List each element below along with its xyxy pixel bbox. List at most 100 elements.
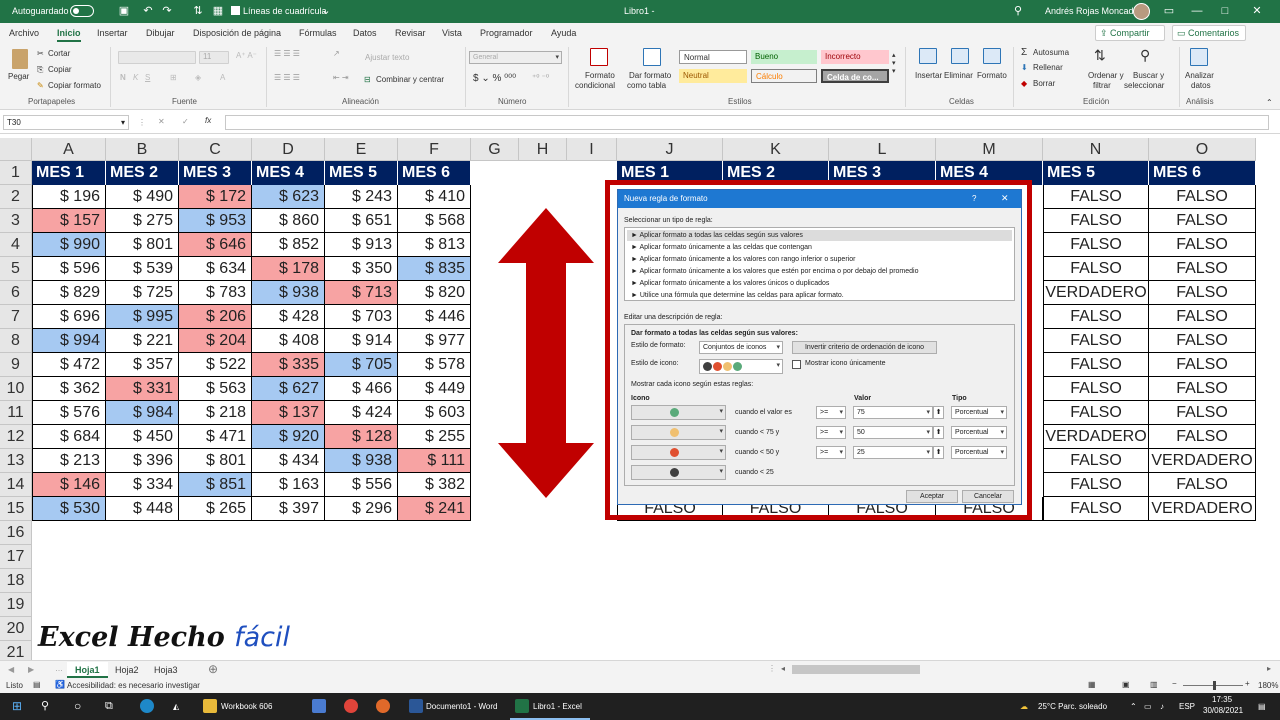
style-incorrecto[interactable]: Incorrecto (821, 50, 889, 64)
search-icon[interactable]: ⚲ (41, 698, 49, 715)
table-cell[interactable]: $ 938 (325, 449, 398, 473)
table-cell[interactable]: FALSO (1149, 305, 1256, 329)
format-style-dropdown[interactable]: Conjuntos de iconos (699, 341, 783, 354)
icon-dropdown[interactable] (631, 425, 726, 440)
table-cell[interactable]: $ 490 (106, 185, 179, 209)
row-header-7[interactable]: 7 (0, 305, 32, 329)
table-cell[interactable]: $ 446 (398, 305, 471, 329)
range-picker-icon[interactable]: ⬆ (933, 426, 944, 439)
table-cell[interactable]: $ 556 (325, 473, 398, 497)
find-icon[interactable]: ⚲ (1140, 47, 1150, 64)
show-icon-only-checkbox[interactable] (792, 360, 801, 369)
row-header-18[interactable]: 18 (0, 569, 32, 593)
table-cell[interactable]: $ 820 (398, 281, 471, 305)
rule-type-item[interactable]: ► Aplicar formato únicamente a los valor… (627, 278, 1012, 289)
table-cell[interactable]: $ 382 (398, 473, 471, 497)
table-cell[interactable]: $ 576 (32, 401, 106, 425)
volume-icon[interactable]: ♪ (1160, 698, 1164, 715)
paste-button[interactable]: Pegar (8, 72, 29, 81)
table-cell[interactable]: $ 206 (179, 305, 252, 329)
taskbar-excel[interactable]: Libro1 - Excel (533, 698, 582, 715)
table-cell[interactable]: $ 563 (179, 377, 252, 401)
analyze-data-icon[interactable] (1190, 48, 1208, 66)
table-cell[interactable]: FALSO (1149, 353, 1256, 377)
close-icon[interactable]: ✕ (1250, 4, 1264, 18)
column-header-n[interactable]: N (1043, 138, 1149, 161)
word-icon[interactable] (409, 699, 423, 713)
accessibility-icon[interactable]: ♿ (55, 680, 65, 689)
bold-icon[interactable]: N (120, 73, 126, 82)
chrome-icon[interactable] (344, 699, 358, 713)
table-cell[interactable]: FALSO (1043, 473, 1149, 497)
icon-dropdown[interactable] (631, 445, 726, 460)
sort-filter-label2[interactable]: filtrar (1093, 81, 1111, 90)
operator-dropdown[interactable]: >= (816, 446, 846, 459)
font-grow-icon[interactable]: A⁺ A⁻ (236, 51, 257, 60)
folder-icon[interactable] (203, 699, 217, 713)
language-indicator[interactable]: ESP (1179, 698, 1195, 715)
tab-ayuda[interactable]: Ayuda (551, 28, 576, 38)
table-cell[interactable]: $ 334 (106, 473, 179, 497)
rule-type-list[interactable]: ► Aplicar formato a todas las celdas seg… (624, 227, 1015, 301)
table-cell[interactable]: FALSO (1043, 401, 1149, 425)
table-cell[interactable]: FALSO (1043, 257, 1149, 281)
table-cell[interactable]: FALSO (1043, 353, 1149, 377)
column-header-e[interactable]: E (325, 138, 398, 161)
gridlines-checkbox[interactable] (231, 6, 240, 15)
conditional-format-label[interactable]: Formato (585, 71, 615, 80)
table-cell[interactable]: $ 111 (398, 449, 471, 473)
rule-type-item[interactable]: ► Aplicar formato únicamente a las celda… (627, 242, 1012, 253)
table-header-cell[interactable]: MES 5 (325, 161, 398, 185)
zoom-level[interactable]: 180% (1258, 681, 1278, 690)
table-cell[interactable]: $ 914 (325, 329, 398, 353)
table-cell[interactable]: FALSO (1149, 233, 1256, 257)
table-header-cell[interactable]: MES 2 (106, 161, 179, 185)
tab-archivo[interactable]: Archivo (9, 28, 39, 38)
tab-revisar[interactable]: Revisar (395, 28, 426, 38)
style-neutral[interactable]: Neutral (679, 69, 747, 83)
table-cell[interactable]: $ 213 (32, 449, 106, 473)
value-input[interactable]: 25 (853, 446, 933, 459)
table-cell[interactable]: $ 350 (325, 257, 398, 281)
tray-up-icon[interactable]: ⌃ (1130, 698, 1137, 715)
zoom-slider-thumb[interactable] (1213, 681, 1216, 690)
table-cell[interactable]: $ 335 (252, 353, 325, 377)
rule-type-item[interactable]: ► Aplicar formato a todas las celdas seg… (627, 230, 1012, 241)
prev-sheet-icon[interactable]: ◀ (8, 665, 14, 674)
tab-formulas[interactable]: Fórmulas (299, 28, 337, 38)
cancel-button[interactable]: Cancelar (962, 490, 1014, 503)
fill-color-icon[interactable]: ◈ (195, 73, 201, 82)
table-cell[interactable]: FALSO (1149, 329, 1256, 353)
accessibility-status[interactable]: Accesibilidad: es necesario investigar (67, 681, 200, 690)
table-cell[interactable]: $ 172 (179, 185, 252, 209)
conditional-format-icon[interactable] (590, 48, 608, 66)
maximize-icon[interactable]: □ (1218, 4, 1232, 18)
fill-button[interactable]: Rellenar (1033, 63, 1063, 72)
table-header-cell[interactable]: MES 4 (252, 161, 325, 185)
minimize-icon[interactable]: — (1190, 4, 1204, 18)
table-cell[interactable]: $ 410 (398, 185, 471, 209)
operator-dropdown[interactable]: >= (816, 426, 846, 439)
windows-start-icon[interactable]: ⊞ (12, 698, 22, 715)
operator-dropdown[interactable]: >= (816, 406, 846, 419)
sort-filter-label[interactable]: Ordenar y (1088, 71, 1124, 80)
table-cell[interactable]: $ 472 (32, 353, 106, 377)
page-break-icon[interactable]: ▥ (1150, 680, 1158, 689)
table-cell[interactable]: $ 568 (398, 209, 471, 233)
ribbon-display-icon[interactable]: ▭ (1162, 4, 1176, 18)
table-cell[interactable]: $ 703 (325, 305, 398, 329)
table-cell[interactable]: FALSO (1149, 209, 1256, 233)
table-cell[interactable]: $ 829 (32, 281, 106, 305)
table-cell[interactable]: $ 397 (252, 497, 325, 521)
tab-dibujar[interactable]: Dibujar (146, 28, 175, 38)
notifications-icon[interactable]: ▤ (1258, 698, 1266, 715)
table-cell[interactable]: $ 146 (32, 473, 106, 497)
table-cell[interactable]: $ 221 (106, 329, 179, 353)
sort-filter-icon[interactable]: ⇅ (1094, 47, 1106, 64)
currency-icon[interactable]: $ ⌄ % ⁰⁰⁰ (473, 73, 516, 84)
icon-dropdown[interactable] (631, 465, 726, 480)
row-header-4[interactable]: 4 (0, 233, 32, 257)
table-cell[interactable]: VERDADERO (1149, 497, 1256, 521)
table-cell[interactable]: $ 995 (106, 305, 179, 329)
fill-icon[interactable]: ⬇ (1021, 63, 1028, 72)
